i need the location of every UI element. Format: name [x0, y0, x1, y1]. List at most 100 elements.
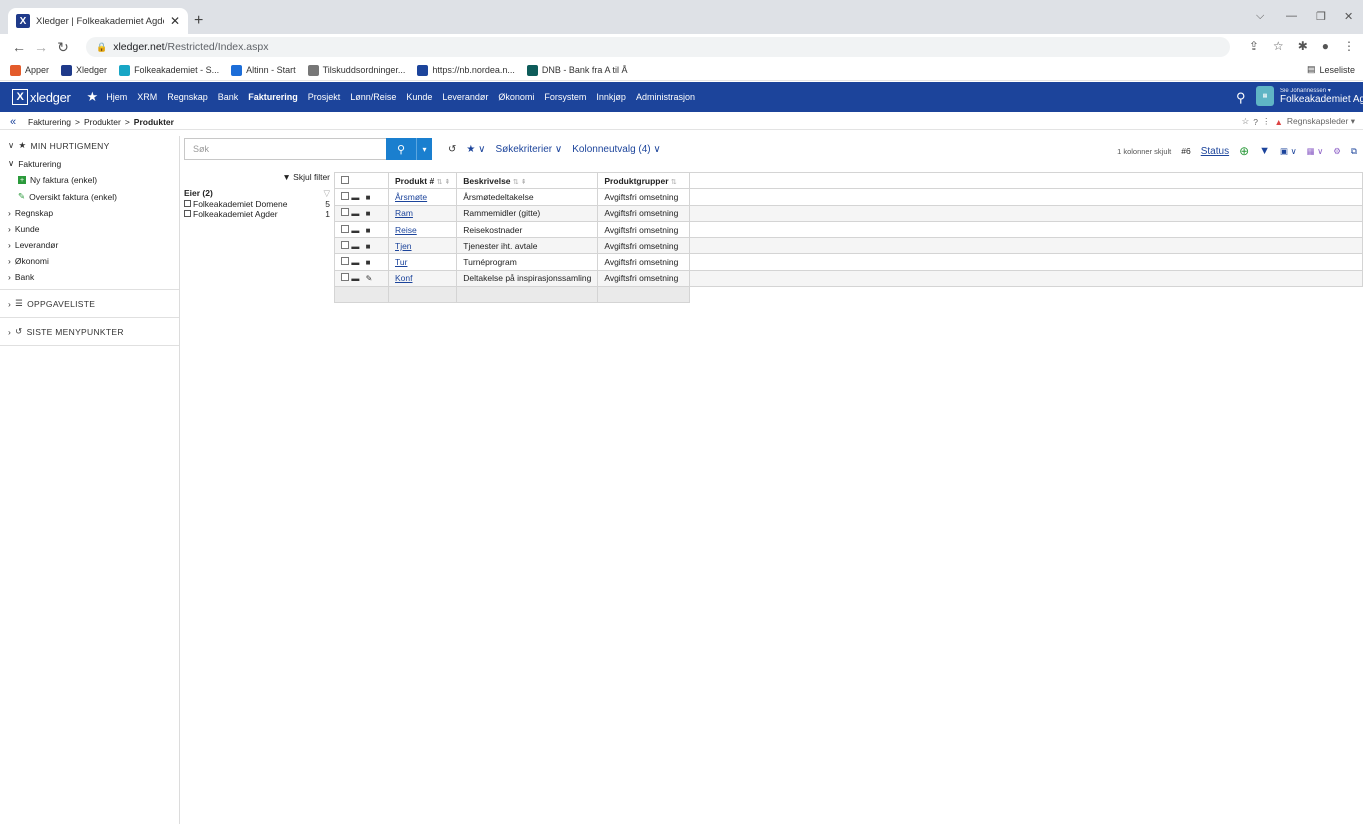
search-button[interactable]: ⚲ [386, 138, 416, 160]
menu-item-fakturering[interactable]: Fakturering [248, 92, 298, 102]
minimize-icon[interactable]: — [1286, 10, 1297, 22]
row-checkbox[interactable] [341, 257, 349, 266]
reading-list-button[interactable]: ▤ Leseliste [1307, 64, 1355, 75]
role-selector[interactable]: Regnskapsleder ▾ [1287, 116, 1355, 127]
folder-icon[interactable]: ▬ [351, 274, 361, 283]
browser-menu-icon[interactable]: ⋮ [1343, 39, 1355, 53]
bookmark-item[interactable]: Altinn - Start [231, 64, 296, 76]
owner-checkbox[interactable] [184, 200, 191, 207]
table-row[interactable]: ▬ ✎ Konf Deltakelse på inspirasjonssamling… [334, 269, 1363, 288]
layout-grid-icon[interactable]: ▦ ∨ [1307, 146, 1324, 157]
menu-item-kunde[interactable]: Kunde [406, 92, 432, 102]
table-row[interactable]: ▬ ■ Reise Reisekostnader Avgiftsfri omsetni… [334, 220, 1363, 239]
menu-item-bank[interactable]: Bank [218, 92, 239, 102]
saved-searches-icon[interactable]: ★ ∨ [466, 144, 485, 155]
product-code-link[interactable]: Reise [387, 220, 458, 239]
user-menu[interactable]: ▦ Sie Johannessen ▾ Folkeakademiet Agder [1256, 86, 1363, 106]
owner-checkbox[interactable] [184, 210, 191, 217]
close-window-icon[interactable]: ✕ [1344, 10, 1353, 23]
owner-filter-option[interactable]: Folkeakademiet Agder 1 [184, 209, 330, 219]
product-code-link[interactable]: Konf [387, 269, 458, 288]
back-icon[interactable]: ← [8, 39, 30, 55]
sidebar-tasks-header[interactable]: › ☰ OPPGAVELISTE [0, 294, 179, 313]
crumb-produkter[interactable]: Produkter [84, 117, 121, 127]
col-header-beskrivelse[interactable]: Beskrivelse ⇅ ⇞ [456, 171, 599, 190]
new-tab-button[interactable]: + [194, 12, 203, 30]
hide-filter-button[interactable]: ▼ Skjul filter [184, 172, 330, 182]
folder-icon[interactable]: ▬ [351, 209, 361, 218]
reload-icon[interactable]: ↻ [52, 39, 74, 56]
tab-search-icon[interactable]: ⌵ [1256, 10, 1264, 23]
status-link[interactable]: Status [1201, 146, 1229, 157]
menu-item-administrasjon[interactable]: Administrasjon [636, 92, 695, 102]
forward-icon[interactable]: → [30, 39, 52, 55]
bookmark-item[interactable]: https://nb.nordea.n... [417, 64, 515, 76]
collapse-sidebar-icon[interactable]: « [10, 116, 16, 128]
search-icon[interactable]: ⚲ [1236, 90, 1246, 106]
bookmark-item[interactable]: Apper [10, 64, 49, 76]
product-code-link[interactable]: Årsmøte [387, 188, 458, 206]
row-checkbox[interactable] [341, 208, 349, 217]
menu-item-leverandør[interactable]: Leverandør [442, 92, 488, 102]
sidebar-item-fakturering[interactable]: ∨ Fakturering [0, 155, 179, 172]
bookmark-star-icon[interactable]: ☆ [1273, 39, 1284, 53]
bookmark-item[interactable]: DNB - Bank fra A til Å [526, 64, 627, 76]
table-row[interactable]: ▬ ■ Tjen Tjenester iht. avtale Avgiftsfri o… [334, 237, 1363, 255]
menu-item-prosjekt[interactable]: Prosjekt [308, 92, 341, 102]
menu-item-innkjøp[interactable]: Innkjøp [596, 92, 626, 102]
table-row[interactable]: ▬ ■ Ram Rammemidler (gitte) Avgiftsfri omse… [334, 204, 1363, 222]
sidebar-favorites-header[interactable]: ∨ ★ MIN HURTIGMENY [0, 136, 179, 155]
menu-item-forsystem[interactable]: Forsystem [544, 92, 586, 102]
sidebar-item-ny-faktura[interactable]: + Ny faktura (enkel) [0, 172, 179, 188]
menu-item-økonomi[interactable]: Økonomi [498, 92, 534, 102]
menu-item-hjem[interactable]: Hjem [106, 92, 127, 102]
close-tab-icon[interactable]: ✕ [170, 14, 180, 28]
favorites-star-icon[interactable]: ★ [87, 89, 99, 105]
menu-item-xrm[interactable]: XRM [137, 92, 157, 102]
sidebar-item-økonomi[interactable]: › Økonomi [0, 253, 179, 269]
product-code-link[interactable]: Tjen [387, 237, 458, 255]
crumb-fakturering[interactable]: Fakturering [28, 117, 71, 127]
sidebar-item-leverandør[interactable]: › Leverandør [0, 237, 179, 253]
add-icon[interactable]: ⊕ [1239, 144, 1249, 158]
folder-icon[interactable]: ▬ [351, 226, 361, 235]
row-checkbox[interactable] [341, 240, 349, 249]
more-icon[interactable]: ⋮ [1262, 116, 1271, 127]
sidebar-item-bank[interactable]: › Bank [0, 269, 179, 285]
table-row[interactable]: ▬ ■ Tur Turnéprogram Avgiftsfri omsetning [334, 253, 1363, 271]
folder-icon[interactable]: ▬ [351, 193, 361, 202]
clear-filter-icon[interactable]: ▽ [323, 188, 330, 199]
sidebar-item-kunde[interactable]: › Kunde [0, 221, 179, 237]
sidebar-item-oversikt-faktura[interactable]: ✎ Oversikt faktura (enkel) [0, 188, 179, 205]
share-icon[interactable]: ⇪ [1249, 39, 1259, 53]
folder-icon[interactable]: ▬ [351, 242, 361, 251]
search-criteria-button[interactable]: Søkekriterier ∨ [495, 144, 562, 155]
row-checkbox[interactable] [341, 224, 349, 233]
open-new-icon[interactable]: ⧉ [1351, 146, 1357, 157]
browser-tab[interactable]: X Xledger | Folkeakademiet Agder ✕ [8, 8, 188, 34]
menu-item-regnskap[interactable]: Regnskap [167, 92, 208, 102]
favorite-page-icon[interactable]: ☆ [1242, 116, 1250, 127]
profile-icon[interactable]: ● [1322, 39, 1329, 53]
url-bar[interactable]: 🔒 xledger.net/Restricted/Index.aspx [86, 37, 1230, 57]
sidebar-recent-header[interactable]: › ↺ SISTE MENYPUNKTER [0, 322, 179, 341]
select-all-header[interactable] [334, 171, 389, 190]
menu-item-lønn-reise[interactable]: Lønn/Reise [350, 92, 396, 102]
owner-filter-option[interactable]: Folkeakademiet Domene 5 [184, 199, 330, 209]
col-header-produkt[interactable]: Produkt # ⇅ ⇞ [387, 171, 458, 190]
bookmark-item[interactable]: Xledger [61, 64, 107, 76]
row-checkbox[interactable] [341, 191, 349, 200]
column-selection-button[interactable]: Kolonneutvalg (4) ∨ [572, 144, 661, 155]
extensions-icon[interactable]: ✱ [1298, 39, 1308, 53]
table-row[interactable]: ▬ ■ Årsmøte Årsmøtedeltakelse Avgiftsfri om… [334, 188, 1363, 206]
sidebar-item-regnskap[interactable]: › Regnskap [0, 205, 179, 221]
pencil-icon[interactable]: ✎ [366, 274, 375, 283]
product-code-link[interactable]: Ram [387, 204, 458, 222]
row-checkbox[interactable] [341, 273, 349, 282]
product-code-link[interactable]: Tur [387, 253, 458, 271]
folder-icon[interactable]: ▬ [351, 258, 361, 267]
xledger-logo[interactable]: X xledger [0, 89, 71, 105]
filter-icon[interactable]: ▼ [1259, 145, 1270, 157]
settings-icon[interactable]: ⚙ [1333, 146, 1341, 157]
help-icon[interactable]: ? [1253, 117, 1258, 127]
